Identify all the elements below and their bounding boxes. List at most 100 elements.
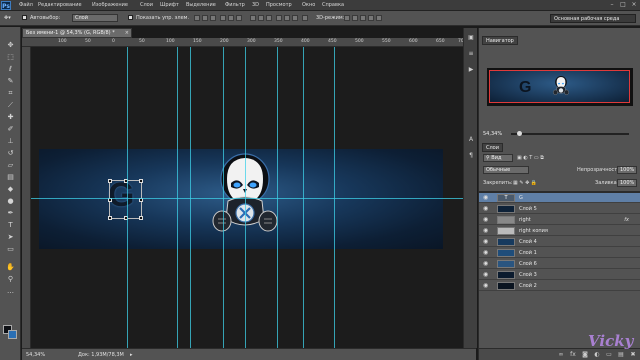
align-right-icon[interactable] [236,15,242,21]
menu-window[interactable]: Окно [302,2,315,8]
canvas-area[interactable]: G [31,47,476,348]
status-menu-icon[interactable]: ▸ [130,352,133,358]
document-tab[interactable]: Без имени-1 @ 54,3% (G, RGB/8) * × [22,28,132,38]
layer-name[interactable]: Слой 6 [519,261,537,267]
visibility-eye-icon[interactable]: ◉ [483,283,490,289]
clone-stamp-tool-icon[interactable]: ⊥ [5,137,16,146]
new-layer-icon[interactable]: ▤ [617,351,625,359]
zoom-tool-icon[interactable]: ⚲ [5,275,16,284]
navigator-preview[interactable]: G [487,68,633,106]
zoom-level[interactable]: 54,34% [26,352,45,358]
close-document-icon[interactable]: × [125,29,129,37]
dodge-tool-icon[interactable]: ● [5,197,16,206]
layer-name[interactable]: Слой 4 [519,239,537,245]
layer-name[interactable]: Слой 3 [519,272,537,278]
healing-brush-tool-icon[interactable]: ✚ [5,113,16,122]
show-controls-checkbox[interactable] [128,15,133,20]
navigator-zoom-value[interactable]: 54,34% [483,131,502,137]
quick-select-tool-icon[interactable]: ✎ [5,77,16,86]
menu-image[interactable]: Изображение [92,2,128,8]
layer-row[interactable]: ◉ right копия [479,226,640,236]
layer-name[interactable]: G [519,195,523,201]
move-tool-icon[interactable]: ✥ [5,41,16,50]
layer-effects-icon[interactable]: fx [624,217,629,223]
pen-tool-icon[interactable]: ✒ [5,209,16,218]
blend-mode-dropdown[interactable]: Обычные [483,166,529,174]
lock-icons[interactable]: ▦ ✎ ✥ 🔒 [513,180,537,186]
align-vcenter-icon[interactable] [202,15,208,21]
distribute-vcenter-icon[interactable] [258,15,264,21]
align-bottom-icon[interactable] [210,15,216,21]
visibility-eye-icon[interactable]: ◉ [483,261,490,267]
3d-drag-icon[interactable] [360,15,366,21]
history-panel-icon[interactable]: ▣ [467,34,475,42]
layer-row[interactable]: ◉ Слой 3 [479,270,640,280]
adjustment-layer-icon[interactable]: ◐ [593,351,601,359]
menu-layers[interactable]: Слои [140,2,153,8]
layer-name[interactable]: right [519,217,531,223]
visibility-eye-icon[interactable]: ◉ [483,195,490,201]
tab-navigator[interactable]: Навигатор [482,36,518,45]
workspace-dropdown[interactable]: Основная рабочая среда [550,14,636,23]
distribute-bottom-icon[interactable] [266,15,272,21]
navigator-zoom-slider[interactable] [511,133,629,135]
navigator-zoom-knob[interactable] [517,131,522,136]
align-top-icon[interactable] [194,15,200,21]
add-style-icon[interactable]: fx [569,351,577,359]
menu-help[interactable]: Справка [322,2,344,8]
autoselect-checkbox[interactable] [22,15,27,20]
visibility-eye-icon[interactable]: ◉ [483,228,490,234]
new-group-icon[interactable]: ▭ [605,351,613,359]
layer-name[interactable]: right копия [519,228,548,234]
distribute-left-icon[interactable] [276,15,282,21]
path-select-tool-icon[interactable]: ➤ [5,233,16,242]
marquee-tool-icon[interactable]: ⬚ [5,53,16,62]
distribute-hcenter-icon[interactable] [284,15,290,21]
layer-name[interactable]: Слой 2 [519,283,537,289]
move-tool-icon[interactable]: ✥▾ [4,15,11,21]
distribute-right-icon[interactable] [292,15,298,21]
autoselect-dropdown[interactable]: Слой [72,14,118,22]
layer-filter-icons[interactable]: ▣ ◐ T ▭ ⧉ [517,155,544,161]
add-mask-icon[interactable]: ◙ [581,351,589,359]
auto-align-icon[interactable] [302,15,308,21]
menu-select[interactable]: Выделение [186,2,216,8]
layer-row[interactable]: ◉ Слой 5 [479,204,640,214]
layer-filter-dropdown[interactable]: ⚲ Вид [483,154,513,162]
tab-layers[interactable]: Слои [482,143,503,152]
hand-tool-icon[interactable]: ✋ [5,263,16,272]
delete-layer-icon[interactable]: ✖ [629,351,637,359]
shape-tool-icon[interactable]: ▭ [5,245,16,254]
transform-handle[interactable] [108,216,112,220]
menu-file[interactable]: Файл [19,2,33,8]
actions-panel-icon[interactable]: ▶ [467,66,475,74]
3d-rotate-icon[interactable] [344,15,350,21]
menu-filter[interactable]: Фильтр [225,2,245,8]
opacity-input[interactable]: 100% [617,166,637,174]
menu-type[interactable]: Шрифт [160,2,179,8]
align-hcenter-icon[interactable] [228,15,234,21]
layer-name[interactable]: Слой 5 [519,206,537,212]
layer-row[interactable]: ◉ right fx [479,215,640,225]
visibility-eye-icon[interactable]: ◉ [483,272,490,278]
distribute-top-icon[interactable] [250,15,256,21]
gradient-tool-icon[interactable]: ▤ [5,173,16,182]
close-icon[interactable]: × [630,1,638,9]
3d-roll-icon[interactable] [352,15,358,21]
menu-3d[interactable]: 3D [252,2,259,8]
visibility-eye-icon[interactable]: ◉ [483,239,490,245]
background-color-swatch[interactable] [8,330,17,339]
transform-bounding-box[interactable] [108,179,143,220]
align-left-icon[interactable] [220,15,226,21]
maximize-icon[interactable]: □ [619,1,627,9]
menu-view[interactable]: Просмотр [266,2,292,8]
transform-handle[interactable] [108,179,112,183]
paragraph-panel-icon[interactable]: ¶ [467,152,475,160]
blur-tool-icon[interactable]: ◆ [5,185,16,194]
guide-line[interactable] [31,198,476,199]
link-layers-icon[interactable]: ∞ [557,351,565,359]
transform-handle[interactable] [139,216,143,220]
layer-row-selected[interactable]: ◉ T G [479,193,640,203]
eraser-tool-icon[interactable]: ▱ [5,161,16,170]
3d-scale-icon[interactable] [376,15,382,21]
